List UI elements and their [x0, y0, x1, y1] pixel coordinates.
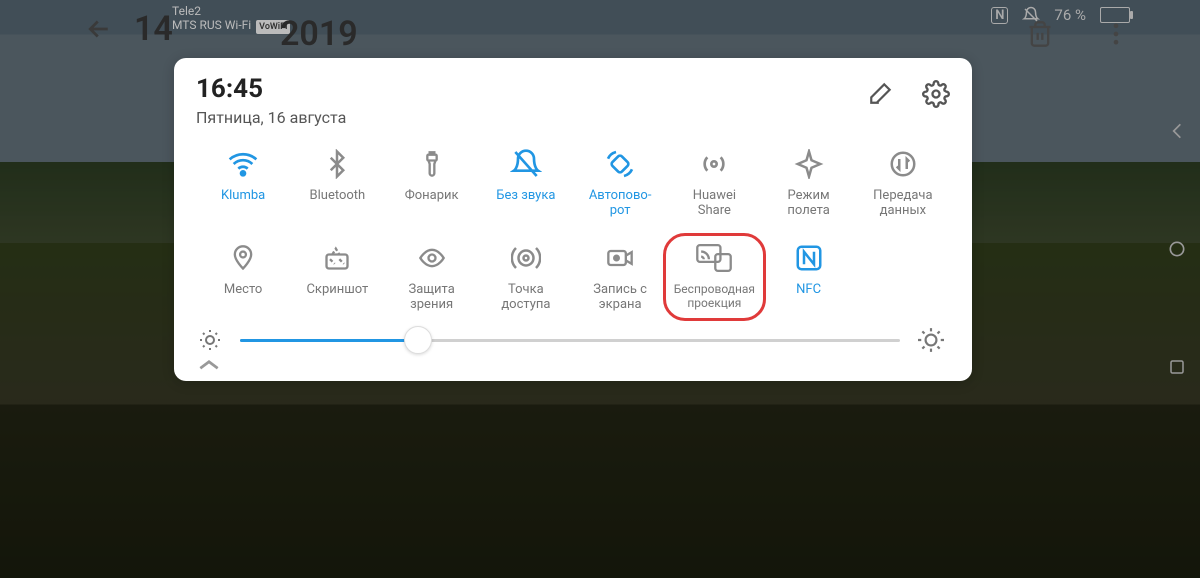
tile-label: Защита зрения: [408, 283, 454, 313]
date-big: 14: [134, 9, 173, 49]
panel-time: 16:45: [196, 76, 346, 102]
carrier-1: Tele2: [172, 4, 290, 18]
tile-label: Фонарик: [405, 189, 459, 219]
tile-wirelessprojection[interactable]: Беспроводная проекция: [663, 233, 765, 321]
more-icon[interactable]: [1102, 20, 1130, 48]
quick-settings-panel: 16:45 Пятница, 16 августа Klumba Bluetoo…: [174, 58, 972, 381]
panel-header: 16:45 Пятница, 16 августа: [196, 76, 950, 127]
tile-bluetooth[interactable]: Bluetooth: [290, 147, 384, 219]
nav-recent-icon[interactable]: [1166, 356, 1188, 378]
brightness-low-icon: [198, 328, 222, 352]
mobiledata-icon: [888, 147, 918, 181]
location-icon: [229, 241, 257, 275]
eye-icon: [416, 241, 448, 275]
tile-label: Запись с экрана: [593, 283, 647, 313]
flashlight-icon: [418, 147, 446, 181]
tile-nfc[interactable]: NFC: [762, 241, 856, 313]
tile-label: Передача данных: [873, 189, 932, 219]
bluetooth-icon: [322, 147, 352, 181]
wifi-icon: [227, 147, 259, 181]
nav-home-icon[interactable]: [1166, 238, 1188, 260]
tile-label: Huawei Share: [693, 189, 736, 219]
tile-location[interactable]: Место: [196, 241, 290, 313]
back-icon[interactable]: [84, 14, 114, 44]
carrier-2: MTS RUS Wi-Fi: [172, 18, 251, 32]
nfc-icon: [794, 241, 824, 275]
tile-huaweishare[interactable]: Huawei Share: [667, 147, 761, 219]
tile-label: Скриншот: [306, 283, 368, 313]
tile-screenshot[interactable]: Скриншот: [290, 241, 384, 313]
tiles-grid: Klumba Bluetooth Фонарик Без звука Автоп: [196, 147, 950, 313]
screenrecord-icon: [604, 241, 636, 275]
projection-icon: [696, 241, 732, 275]
delete-icon[interactable]: [1026, 20, 1054, 48]
tile-flashlight[interactable]: Фонарик: [385, 147, 479, 219]
tile-wifi[interactable]: Klumba: [196, 147, 290, 219]
tile-mobiledata[interactable]: Передача данных: [856, 147, 950, 219]
tile-label: Точка доступа: [501, 283, 550, 313]
brightness-fill: [240, 339, 418, 342]
tile-autorotate[interactable]: Автопово- рот: [573, 147, 667, 219]
tile-hotspot[interactable]: Точка доступа: [479, 241, 573, 313]
tile-screenrecord[interactable]: Запись с экрана: [573, 241, 667, 313]
tile-silent[interactable]: Без звука: [479, 147, 573, 219]
tile-label: Место: [224, 283, 262, 313]
expand-handle[interactable]: [196, 357, 950, 373]
app-actions: [1026, 20, 1130, 48]
tile-label: Автопово- рот: [589, 189, 652, 219]
nfc-status-icon: N: [991, 7, 1008, 24]
tile-airplane[interactable]: Режим полета: [762, 147, 856, 219]
panel-date: Пятница, 16 августа: [196, 108, 346, 127]
system-nav: [1166, 120, 1188, 378]
tile-label: NFC: [796, 283, 821, 313]
tile-eyecomfort[interactable]: Защита зрения: [385, 241, 479, 313]
year-fragment: 2019: [280, 14, 358, 54]
huaweishare-icon: [698, 147, 730, 181]
tile-label: Без звука: [496, 189, 555, 219]
airplane-icon: [794, 147, 824, 181]
brightness-high-icon: [918, 327, 944, 353]
autorotate-icon: [604, 147, 636, 181]
nav-back-icon[interactable]: [1166, 120, 1188, 142]
screenshot-icon: [322, 241, 352, 275]
tile-label: Режим полета: [787, 189, 829, 219]
brightness-thumb[interactable]: [404, 326, 432, 354]
underlying-app-bar: 14 Tele2 MTS RUS Wi-Fi VoWiFi 2019 N 76 …: [0, 0, 1200, 58]
silent-icon: [510, 147, 542, 181]
hotspot-icon: [511, 241, 541, 275]
tile-label: Беспроводная проекция: [674, 283, 755, 313]
carrier-block: Tele2 MTS RUS Wi-Fi VoWiFi: [172, 0, 290, 34]
tile-label: Bluetooth: [310, 189, 366, 219]
brightness-slider[interactable]: [196, 327, 950, 353]
edit-icon[interactable]: [868, 80, 894, 106]
brightness-track[interactable]: [240, 339, 900, 342]
tile-label: Klumba: [221, 189, 265, 219]
settings-icon[interactable]: [922, 80, 950, 108]
